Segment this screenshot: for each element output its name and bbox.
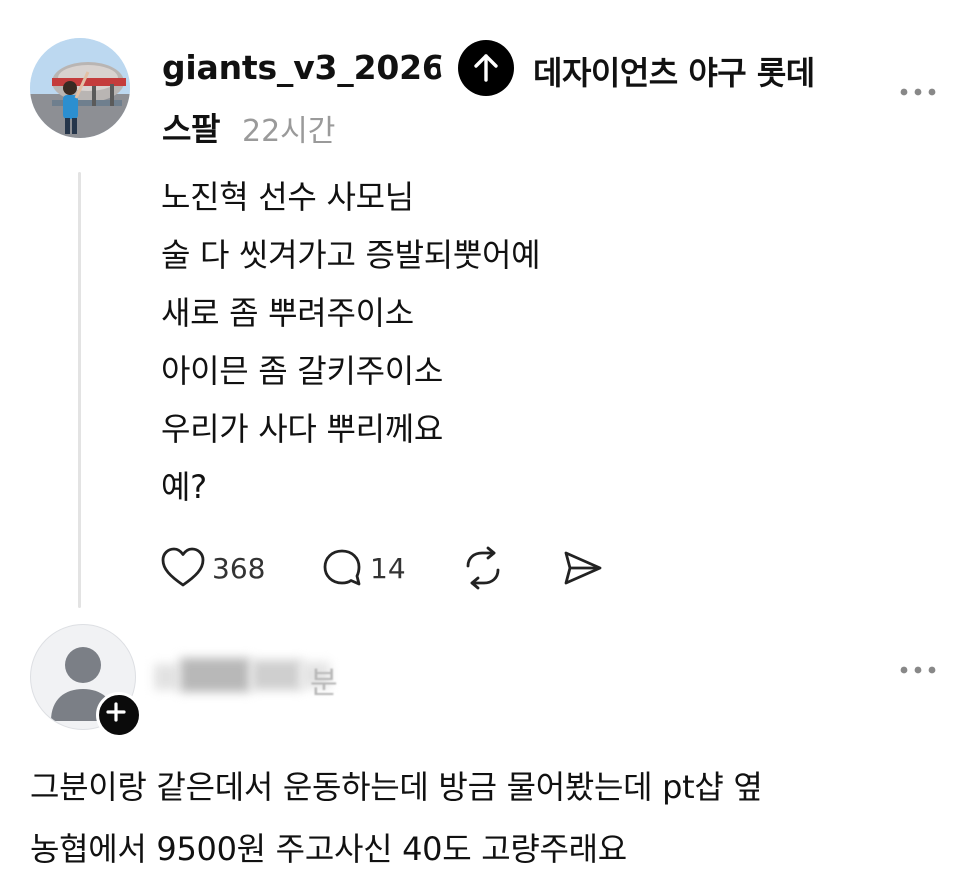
share-icon <box>564 551 602 585</box>
reply-line: 농협에서 9500원 주고사신 40도 고량주래요 <box>30 830 627 868</box>
topic-tag-line2[interactable]: 스팔 <box>162 104 220 150</box>
scroll-up-button[interactable] <box>458 40 514 96</box>
profile-avatar[interactable] <box>30 38 130 138</box>
plus-icon <box>106 702 126 722</box>
thread-line <box>78 172 81 608</box>
share-button[interactable] <box>560 544 606 592</box>
post-line: 노진혁 선수 사모님 <box>161 178 414 216</box>
follow-button[interactable] <box>96 692 142 738</box>
post-line: 예? <box>161 468 207 506</box>
more-horizontal-icon <box>900 88 936 96</box>
repost-button[interactable] <box>460 544 506 592</box>
post-timestamp: 22시간 <box>242 114 336 149</box>
comment-icon <box>323 549 361 586</box>
topic-tag-line1[interactable]: 데자이언츠 야구 롯데 <box>533 48 815 94</box>
reply-body: 그분이랑 같은데서 운동하는데 방금 물어봤는데 pt샵 옆 농협에서 9500… <box>30 756 763 880</box>
more-horizontal-icon <box>900 666 936 674</box>
reply-more-button[interactable] <box>896 662 940 678</box>
arrow-up-icon <box>474 54 498 82</box>
post-username[interactable]: giants_v3_2026 <box>162 48 445 87</box>
post-line: 새로 좀 뿌려주이소 <box>161 294 414 332</box>
repost-icon <box>466 546 500 590</box>
post-body: 노진혁 선수 사모님 술 다 씻겨가고 증발되뿟어예 새로 좀 뿌려주이소 아이… <box>161 168 541 516</box>
comment-button[interactable]: 14 <box>320 544 406 592</box>
post-line: 술 다 씻겨가고 증발되뿟어예 <box>161 236 541 274</box>
post-more-button[interactable] <box>896 84 940 100</box>
reply-line: 그분이랑 같은데서 운동하는데 방금 물어봤는데 pt샵 옆 <box>30 768 763 806</box>
like-button[interactable]: 368 <box>160 544 265 592</box>
like-count: 368 <box>212 551 266 585</box>
avatar-photo <box>30 38 130 138</box>
post-line: 우리가 사다 뿌리께요 <box>161 410 444 448</box>
reply-username-tail: 분 <box>310 666 338 701</box>
heart-icon <box>161 547 205 587</box>
post-line: 아이믄 좀 갈키주이소 <box>161 352 444 390</box>
comment-count: 14 <box>370 551 406 585</box>
